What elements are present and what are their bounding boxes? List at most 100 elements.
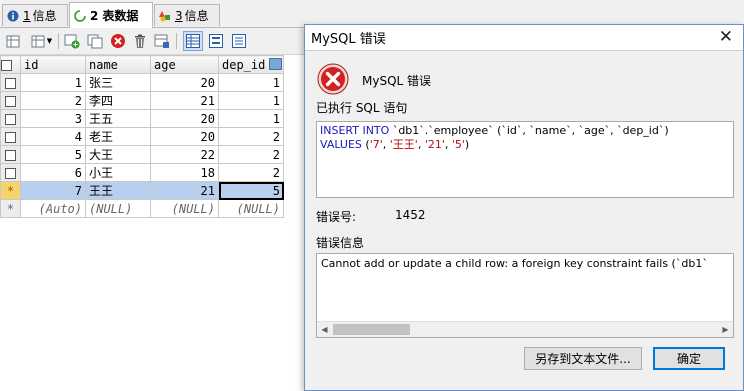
sql-text: ) (464, 138, 470, 151)
cell-age[interactable]: 20 (150, 73, 219, 92)
dialog-title: MySQL 错误 (311, 32, 386, 47)
cell-id[interactable]: 5 (20, 145, 86, 164)
cell-dep-id[interactable]: 1 (218, 91, 284, 110)
checkbox-icon (1, 59, 12, 71)
save-button[interactable] (152, 31, 172, 51)
tab-info-3[interactable]: 3 信息 (154, 4, 220, 26)
tab-number: 1 (23, 8, 31, 23)
table-row[interactable]: 4 老王 20 2 (0, 127, 284, 146)
column-header-name[interactable]: name (85, 55, 151, 74)
cell-dep-id[interactable]: 2 (218, 145, 284, 164)
cell-id[interactable]: 2 (20, 91, 86, 110)
data-table: id name age dep_id 1 张三 20 1 2 李四 21 1 3… (0, 55, 284, 218)
checkbox-icon (5, 113, 16, 125)
table-row[interactable]: 1 张三 20 1 (0, 73, 284, 92)
sql-value: '7' (369, 138, 383, 151)
sql-keyword: INSERT INTO (320, 124, 390, 137)
row-select[interactable] (0, 145, 21, 164)
cell-age[interactable]: 21 (150, 181, 219, 200)
row-select[interactable] (0, 91, 21, 110)
table-save-icon (154, 34, 169, 48)
duplicate-row-button[interactable] (85, 31, 105, 51)
cell-name[interactable]: 张三 (85, 73, 151, 92)
row-marker[interactable]: * (0, 181, 21, 200)
cell-id[interactable]: 3 (20, 109, 86, 128)
scroll-left-icon[interactable]: ◀ (317, 322, 332, 337)
scroll-right-icon[interactable]: ▶ (718, 322, 733, 337)
close-icon[interactable]: ✕ (719, 28, 733, 46)
row-select[interactable] (0, 163, 21, 182)
cell-id[interactable]: 7 (20, 181, 86, 200)
checkbox-icon (5, 95, 16, 107)
cell-dep-id[interactable]: (NULL) (218, 199, 284, 218)
new-row[interactable]: * (Auto) (NULL) (NULL) (NULL) (0, 199, 284, 218)
horizontal-scrollbar[interactable]: ◀ ▶ (317, 321, 733, 337)
row-select[interactable] (0, 127, 21, 146)
grid-view-icon (186, 34, 200, 48)
cell-name[interactable]: (NULL) (85, 199, 151, 218)
select-all-cell[interactable] (0, 55, 21, 74)
sql-value: '王王' (389, 138, 418, 151)
column-header-label: dep_id (222, 57, 266, 72)
cell-name[interactable]: 大王 (85, 145, 151, 164)
cell-age[interactable]: 21 (150, 91, 219, 110)
cell-age[interactable]: 22 (150, 145, 219, 164)
cell-age[interactable]: 18 (150, 163, 219, 182)
table-row-selected[interactable]: * 7 王王 21 5 (0, 181, 284, 200)
foreign-key-icon (269, 58, 282, 70)
shapes-icon (159, 10, 171, 22)
column-header-age[interactable]: age (150, 55, 219, 74)
cell-dep-id[interactable]: 1 (218, 73, 284, 92)
grid-view-button[interactable] (183, 31, 203, 51)
cell-id[interactable]: (Auto) (20, 199, 86, 218)
duplicate-row-icon (87, 34, 103, 49)
cell-dep-id[interactable]: 1 (218, 109, 284, 128)
cell-dep-id[interactable]: 2 (218, 163, 284, 182)
cell-id[interactable]: 1 (20, 73, 86, 92)
cell-name[interactable]: 小王 (85, 163, 151, 182)
cell-age[interactable]: 20 (150, 127, 219, 146)
cell-id[interactable]: 4 (20, 127, 86, 146)
cell-dep-id[interactable]: 2 (218, 127, 284, 146)
loading-icon (74, 9, 86, 22)
tab-label: 信息 (32, 9, 57, 23)
tab-table-data[interactable]: 2 表数据 (69, 2, 153, 28)
column-header-id[interactable]: id (20, 55, 86, 74)
save-to-text-file-button[interactable]: 另存到文本文件... (524, 347, 642, 370)
cell-name[interactable]: 王五 (85, 109, 151, 128)
tab-label: 表数据 (102, 9, 139, 23)
import-button[interactable] (3, 31, 23, 51)
add-row-button[interactable] (62, 31, 82, 51)
column-header-dep-id[interactable]: dep_id (218, 55, 284, 74)
scrollbar-thumb[interactable] (333, 324, 410, 335)
sql-statement-box[interactable]: INSERT INTO `db1`.`employee` (`id`, `nam… (316, 121, 734, 198)
delete-row-button[interactable] (108, 31, 128, 51)
tab-number: 3 (175, 8, 183, 23)
export-button[interactable]: ▼ (26, 31, 56, 51)
row-marker[interactable]: * (0, 199, 21, 218)
import-icon (6, 35, 20, 48)
row-select[interactable] (0, 109, 21, 128)
table-row[interactable]: 3 王五 20 1 (0, 109, 284, 128)
cell-id[interactable]: 6 (20, 163, 86, 182)
text-view-button[interactable] (229, 31, 249, 51)
cell-name[interactable]: 李四 (85, 91, 151, 110)
sql-text: ( (361, 138, 370, 151)
data-grid: id name age dep_id 1 张三 20 1 2 李四 21 1 3… (0, 55, 304, 391)
cell-name[interactable]: 王王 (85, 181, 151, 200)
table-row[interactable]: 6 小王 18 2 (0, 163, 284, 182)
trash-button[interactable] (130, 31, 150, 51)
cell-name[interactable]: 老王 (85, 127, 151, 146)
error-message-box[interactable]: Cannot add or update a child row: a fore… (316, 253, 734, 338)
cell-age[interactable]: 20 (150, 109, 219, 128)
cell-dep-id[interactable]: 5 (218, 181, 284, 200)
cell-age[interactable]: (NULL) (150, 199, 219, 218)
tab-info-1[interactable]: 1 信息 (2, 4, 68, 26)
form-view-button[interactable] (206, 31, 226, 51)
table-row[interactable]: 5 大王 22 2 (0, 145, 284, 164)
error-number-value: 1452 (395, 208, 426, 222)
dialog-titlebar[interactable]: MySQL 错误 ✕ (305, 25, 743, 51)
ok-button[interactable]: 确定 (653, 347, 725, 370)
table-row[interactable]: 2 李四 21 1 (0, 91, 284, 110)
row-select[interactable] (0, 73, 21, 92)
